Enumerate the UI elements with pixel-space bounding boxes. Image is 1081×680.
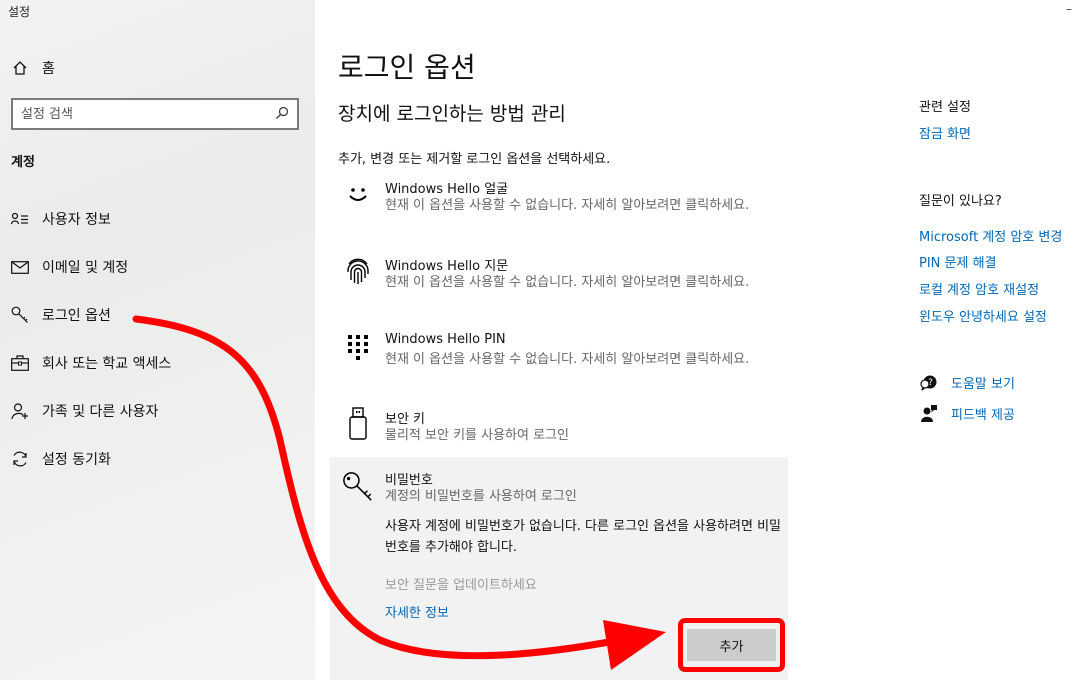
option-name: 보안 키 <box>385 412 426 427</box>
option-name: Windows Hello PIN <box>385 332 506 347</box>
page-description: 추가, 변경 또는 제거할 로그인 옵션을 선택하세요. <box>338 152 611 167</box>
question-link[interactable]: 로컬 계정 암호 재설정 <box>919 279 1039 298</box>
feedback-link[interactable]: 피드백 제공 <box>919 404 1015 423</box>
option-desc: 계정의 비밀번호를 사용하여 로그인 <box>385 489 577 504</box>
help-label: 도움말 보기 <box>951 377 1015 392</box>
fingerprint-icon <box>342 255 374 287</box>
sidebar-item-home[interactable]: 홈 <box>10 58 55 78</box>
search-input[interactable] <box>21 106 275 122</box>
security-questions-link: 보안 질문을 업데이트하세요 <box>385 578 537 593</box>
lock-screen-link[interactable]: 잠금 화면 <box>919 123 971 142</box>
related-settings-heading: 관련 설정 <box>919 100 971 115</box>
search-box[interactable] <box>11 98 299 130</box>
help-chat-icon: ? <box>919 375 939 391</box>
option-desc: 물리적 보안 키를 사용하여 로그인 <box>385 428 569 443</box>
sidebar-item-label: 설정 동기화 <box>42 452 111 468</box>
sidebar: 설정 홈 계정 사용자 정보 이메일 및 계정 로그인 옵션 <box>0 0 315 680</box>
option-security-key[interactable]: 보안 키 물리적 보안 키를 사용하여 로그인 <box>338 407 788 448</box>
sidebar-item-user-info[interactable]: 사용자 정보 <box>10 209 111 229</box>
sidebar-item-family[interactable]: 가족 및 다른 사용자 <box>10 401 158 421</box>
usb-key-icon <box>342 407 374 440</box>
option-hello-fingerprint[interactable]: Windows Hello 지문 현재 이 옵션을 사용할 수 없습니다. 자세… <box>338 255 788 313</box>
sidebar-item-signin-options[interactable]: 로그인 옵션 <box>10 305 111 325</box>
app-title: 설정 <box>8 5 31 19</box>
option-hello-pin[interactable]: Windows Hello PIN 현재 이 옵션을 사용할 수 없습니다. 자… <box>338 332 788 390</box>
add-user-icon <box>10 402 30 420</box>
sidebar-item-label: 홈 <box>42 61 55 77</box>
password-key-icon <box>342 471 374 503</box>
sidebar-item-sync[interactable]: 설정 동기화 <box>10 449 111 469</box>
feedback-icon <box>919 405 939 422</box>
pin-keypad-icon <box>342 332 374 364</box>
sidebar-item-label: 회사 또는 학교 액세스 <box>42 356 172 372</box>
question-link[interactable]: PIN 문제 해결 <box>919 252 997 271</box>
questions-heading: 질문이 있나요? <box>919 194 1002 209</box>
sync-icon <box>10 450 30 468</box>
sidebar-item-label: 로그인 옵션 <box>42 308 111 324</box>
face-icon <box>342 178 374 210</box>
option-password[interactable]: 비밀번호 계정의 비밀번호를 사용하여 로그인 <box>338 469 788 509</box>
question-link[interactable]: Microsoft 계정 암호 변경 <box>919 226 1062 245</box>
minimize-icon[interactable]: – <box>1066 2 1072 16</box>
option-desc: 현재 이 옵션을 사용할 수 없습니다. 자세히 알아보려면 클릭하세요. <box>385 352 750 367</box>
help-link[interactable]: ? 도움말 보기 <box>919 373 1015 392</box>
section-label: 계정 <box>11 155 35 170</box>
sidebar-item-label: 가족 및 다른 사용자 <box>42 404 159 420</box>
more-info-link[interactable]: 자세한 정보 <box>385 602 449 621</box>
option-name: 비밀번호 <box>385 473 433 488</box>
sidebar-item-email[interactable]: 이메일 및 계정 <box>10 257 128 277</box>
briefcase-icon <box>10 354 30 372</box>
feedback-label: 피드백 제공 <box>951 408 1015 423</box>
svg-text:?: ? <box>928 378 933 388</box>
mail-icon <box>10 258 30 276</box>
home-icon <box>10 59 30 77</box>
sidebar-item-label: 사용자 정보 <box>42 212 111 228</box>
page-title: 로그인 옵션 <box>338 51 476 84</box>
page-subtitle: 장치에 로그인하는 방법 관리 <box>338 103 566 125</box>
annotation-highlight-box <box>678 618 785 672</box>
question-link[interactable]: 윈도우 안녕하세요 설정 <box>919 306 1047 325</box>
option-desc: 현재 이 옵션을 사용할 수 없습니다. 자세히 알아보려면 클릭하세요. <box>385 198 750 213</box>
option-name: Windows Hello 지문 <box>385 259 509 274</box>
search-icon[interactable] <box>275 105 289 124</box>
option-desc: 현재 이 옵션을 사용할 수 없습니다. 자세히 알아보려면 클릭하세요. <box>385 275 750 290</box>
option-hello-face[interactable]: Windows Hello 얼굴 현재 이 옵션을 사용할 수 없습니다. 자세… <box>338 178 788 236</box>
sidebar-item-work-school[interactable]: 회사 또는 학교 액세스 <box>10 353 171 373</box>
password-message: 사용자 계정에 비밀번호가 없습니다. 다른 로그인 옵션을 사용하려면 비밀번… <box>385 519 781 555</box>
sidebar-item-label: 이메일 및 계정 <box>42 260 129 276</box>
user-info-icon <box>10 210 30 228</box>
key-icon <box>10 306 30 324</box>
option-name: Windows Hello 얼굴 <box>385 182 509 197</box>
